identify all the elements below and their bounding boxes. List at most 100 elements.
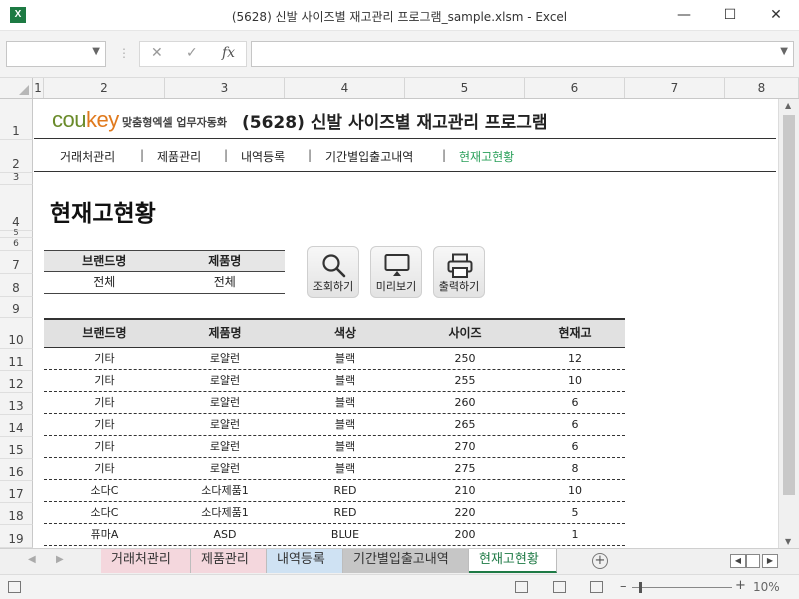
cell-product[interactable]: 로얄런 [165,414,285,435]
cell-brand[interactable]: 기타 [44,392,165,413]
cell-product[interactable]: 로얄런 [165,458,285,479]
cell-size[interactable]: 265 [405,414,525,435]
row-header[interactable]: 18 [0,503,33,525]
cell-brand[interactable]: 기타 [44,414,165,435]
cell-product[interactable]: 로얄런 [165,370,285,391]
zoom-slider-knob[interactable] [639,582,642,593]
column-header[interactable]: 4 [285,78,405,98]
row-header[interactable]: 5 [0,229,33,238]
cell-product[interactable]: ASD [165,524,285,545]
nav-item-period-history[interactable]: 기간별입출고내역 [325,148,413,165]
tab-scroll-right-icon[interactable]: ▶ [56,554,64,565]
cell-color[interactable]: RED [285,480,405,501]
column-header[interactable]: 5 [405,78,525,98]
cell-size[interactable]: 210 [405,480,525,501]
close-icon[interactable]: ✕ [753,0,799,30]
cell-color[interactable]: 블랙 [285,392,405,413]
zoom-out-icon[interactable]: – [620,579,627,594]
chevron-down-icon[interactable]: ▼ [92,46,100,57]
vertical-scrollbar[interactable]: ▲ ▼ [778,99,799,548]
nav-item-products[interactable]: 제품관리 [157,148,201,165]
cell-brand[interactable]: 기타 [44,348,165,369]
cell-brand[interactable]: 퓨마A [44,524,165,545]
name-box[interactable]: ▼ [6,41,106,67]
cell-color[interactable]: 블랙 [285,370,405,391]
cancel-icon[interactable]: ✕ [151,45,163,61]
row-header[interactable]: 12 [0,371,33,393]
row-header[interactable]: 6 [0,238,33,251]
row-header[interactable]: 3 [0,172,33,185]
cell-color[interactable]: BLUE [285,524,405,545]
normal-view-icon[interactable] [515,581,528,593]
cell-product[interactable]: 소다제품1 [165,480,285,501]
cell-stock[interactable]: 6 [525,392,625,413]
nav-item-clients[interactable]: 거래처관리 [60,148,115,165]
cell-stock[interactable]: 1 [525,524,625,545]
cell-stock[interactable]: 12 [525,348,625,369]
cell-brand[interactable]: 소다C [44,502,165,523]
cell-product[interactable]: 로얄런 [165,348,285,369]
cell-stock[interactable]: 6 [525,414,625,435]
row-header[interactable]: 19 [0,525,33,548]
row-header[interactable]: 11 [0,349,33,371]
row-header[interactable]: 13 [0,393,33,415]
row-header[interactable]: 9 [0,297,33,318]
row-header[interactable]: 7 [0,251,33,274]
column-header[interactable]: 8 [725,78,799,98]
cell-stock[interactable]: 8 [525,458,625,479]
zoom-level[interactable]: 10% [753,580,780,594]
hscroll-left-icon[interactable]: ◀ [730,554,746,568]
cell-size[interactable]: 255 [405,370,525,391]
tab-products[interactable]: 제품관리 [191,549,267,573]
cell-stock[interactable]: 10 [525,480,625,501]
cell-size[interactable]: 275 [405,458,525,479]
cell-color[interactable]: 블랙 [285,436,405,457]
select-all-corner[interactable] [0,78,33,98]
cell-stock[interactable]: 10 [525,370,625,391]
cell-stock[interactable]: 5 [525,502,625,523]
cell-brand[interactable]: 기타 [44,436,165,457]
insert-function-icon[interactable]: fx [222,45,235,61]
zoom-in-icon[interactable]: + [735,578,746,593]
tab-clients[interactable]: 거래처관리 [101,549,191,573]
cell-brand[interactable]: 기타 [44,458,165,479]
row-header[interactable]: 15 [0,437,33,459]
worksheet[interactable]: coukey 맞춤형엑셀 업무자동화 (5628) 신발 사이즈별 재고관리 프… [34,99,778,548]
formula-input[interactable]: ▼ [251,41,794,67]
cell-brand[interactable]: 소다C [44,480,165,501]
scroll-thumb[interactable] [783,115,795,495]
cell-color[interactable]: 블랙 [285,348,405,369]
nav-item-register[interactable]: 내역등록 [241,148,285,165]
column-header[interactable]: 3 [165,78,285,98]
scroll-up-icon[interactable]: ▲ [785,101,791,110]
maximize-icon[interactable]: ☐ [707,0,753,30]
tab-scroll-left-icon[interactable]: ◀ [28,554,36,565]
nav-item-current-stock[interactable]: 현재고현황 [459,148,514,165]
expand-formula-icon[interactable]: ▼ [780,46,788,57]
column-header[interactable]: 1 [33,78,44,98]
cell-color[interactable]: 블랙 [285,414,405,435]
tab-register[interactable]: 내역등록 [267,549,343,573]
scroll-down-icon[interactable]: ▼ [785,537,791,546]
cell-color[interactable]: RED [285,502,405,523]
column-header[interactable]: 2 [44,78,165,98]
zoom-slider[interactable] [632,587,732,588]
cell-stock[interactable]: 6 [525,436,625,457]
page-break-view-icon[interactable] [590,581,603,593]
cell-product[interactable]: 로얄런 [165,392,285,413]
macro-record-icon[interactable] [8,581,21,593]
page-layout-view-icon[interactable] [553,581,566,593]
hscroll-right-icon[interactable]: ▶ [762,554,778,568]
tab-period-history[interactable]: 기간별입출고내역 [343,549,469,573]
cell-size[interactable]: 260 [405,392,525,413]
column-header[interactable]: 6 [525,78,625,98]
cell-product[interactable]: 로얄런 [165,436,285,457]
add-sheet-icon[interactable]: + [592,553,608,569]
cell-size[interactable]: 250 [405,348,525,369]
cell-size[interactable]: 220 [405,502,525,523]
row-header[interactable]: 17 [0,481,33,503]
filter-product-value[interactable]: 전체 [165,272,286,293]
column-header[interactable]: 7 [625,78,725,98]
row-header[interactable]: 4 [0,185,33,231]
cell-product[interactable]: 소다제품1 [165,502,285,523]
